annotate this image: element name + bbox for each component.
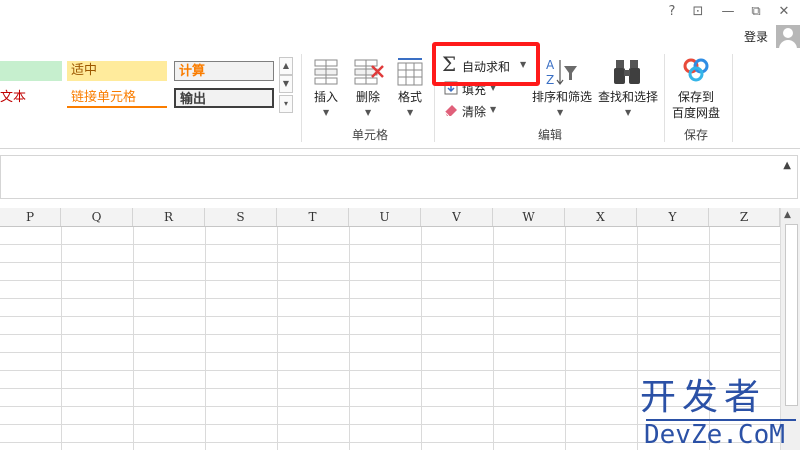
watermark-line2: DevZe.CoM <box>644 420 785 450</box>
find-select-button[interactable]: 查找和选择 <box>594 90 662 104</box>
baidu-netdisk-icon <box>683 58 709 82</box>
collapse-formula-bar-icon[interactable]: ▲ <box>783 160 791 171</box>
insert-cells-icon <box>314 59 338 85</box>
watermark-line1: 开发者 <box>640 377 767 418</box>
style-calculation[interactable]: 计算 <box>174 61 274 81</box>
column-header-x[interactable]: X <box>565 208 637 226</box>
ribbon-separator <box>732 54 733 142</box>
sort-filter-button[interactable]: 排序和筛选 <box>528 90 596 104</box>
ribbon: 适中 计算 文本 链接单元格 输出 ▲ ▼ ▾ 插入 ▼ 删除 ▼ 格式 ▼ 单… <box>0 42 800 149</box>
find-select-dropdown-icon[interactable]: ▼ <box>625 108 631 117</box>
column-header-s[interactable]: S <box>205 208 277 226</box>
style-neutral[interactable]: 适中 <box>67 61 167 81</box>
clear-button[interactable]: 清除 <box>462 103 486 120</box>
style-explanatory-text[interactable]: 文本 <box>0 88 62 108</box>
formula-bar[interactable]: ▲ <box>0 155 798 199</box>
gallery-scroll-down-button[interactable]: ▼ <box>279 75 293 93</box>
insert-dropdown-icon[interactable]: ▼ <box>323 108 329 117</box>
style-linked-cell[interactable]: 链接单元格 <box>67 88 167 108</box>
ribbon-display-options-button[interactable]: ⊡ <box>688 3 708 21</box>
insert-button[interactable]: 插入 <box>308 90 344 104</box>
svg-text:Z: Z <box>546 73 554 87</box>
style-output[interactable]: 输出 <box>174 88 274 108</box>
column-header-v[interactable]: V <box>421 208 493 226</box>
style-good[interactable] <box>0 61 62 81</box>
column-header-row: P Q R S T U V W X Y Z <box>0 208 780 227</box>
eraser-icon <box>444 105 457 117</box>
sort-filter-icon: A Z <box>546 58 577 87</box>
column-header-q[interactable]: Q <box>61 208 133 226</box>
delete-cells-icon <box>354 59 384 85</box>
column-header-p[interactable]: P <box>0 208 61 226</box>
save-baidu-line2[interactable]: 百度网盘 <box>668 106 724 120</box>
avatar-head-icon <box>783 28 793 38</box>
format-button[interactable]: 格式 <box>392 90 428 104</box>
column-header-w[interactable]: W <box>493 208 565 226</box>
help-button[interactable]: ? <box>662 3 682 21</box>
column-header-u[interactable]: U <box>349 208 421 226</box>
autosum-highlight-box <box>432 42 540 86</box>
minimize-button[interactable]: — <box>718 3 738 21</box>
title-bar: ? ⊡ — ⧉ ✕ <box>0 0 800 24</box>
sort-filter-dropdown-icon[interactable]: ▼ <box>557 108 563 117</box>
ribbon-separator <box>301 54 302 142</box>
cells-group-label: 单元格 <box>351 128 388 142</box>
delete-dropdown-icon[interactable]: ▼ <box>365 108 371 117</box>
binoculars-icon <box>614 60 640 84</box>
avatar[interactable] <box>776 25 800 49</box>
svg-text:A: A <box>546 58 555 72</box>
clear-dropdown-icon[interactable]: ▼ <box>490 105 496 114</box>
edit-group-label: 编辑 <box>537 128 562 142</box>
column-header-z[interactable]: Z <box>709 208 780 226</box>
save-baidu-line1[interactable]: 保存到 <box>668 90 724 104</box>
devze-watermark: 开发者 DevZe.CoM <box>640 378 800 450</box>
gallery-scroll-up-button[interactable]: ▲ <box>279 57 293 75</box>
restore-button[interactable]: ⧉ <box>746 3 766 21</box>
format-dropdown-icon[interactable]: ▼ <box>407 108 413 117</box>
column-header-r[interactable]: R <box>133 208 205 226</box>
login-link[interactable]: 登录 <box>744 28 768 45</box>
close-button[interactable]: ✕ <box>774 3 794 21</box>
column-header-t[interactable]: T <box>277 208 349 226</box>
save-group-label: 保存 <box>683 128 708 142</box>
format-cells-icon <box>397 58 423 86</box>
scroll-up-icon[interactable]: ▲ <box>784 210 791 220</box>
delete-button[interactable]: 删除 <box>350 90 386 104</box>
column-header-y[interactable]: Y <box>637 208 709 226</box>
gallery-more-button[interactable]: ▾ <box>279 95 293 113</box>
